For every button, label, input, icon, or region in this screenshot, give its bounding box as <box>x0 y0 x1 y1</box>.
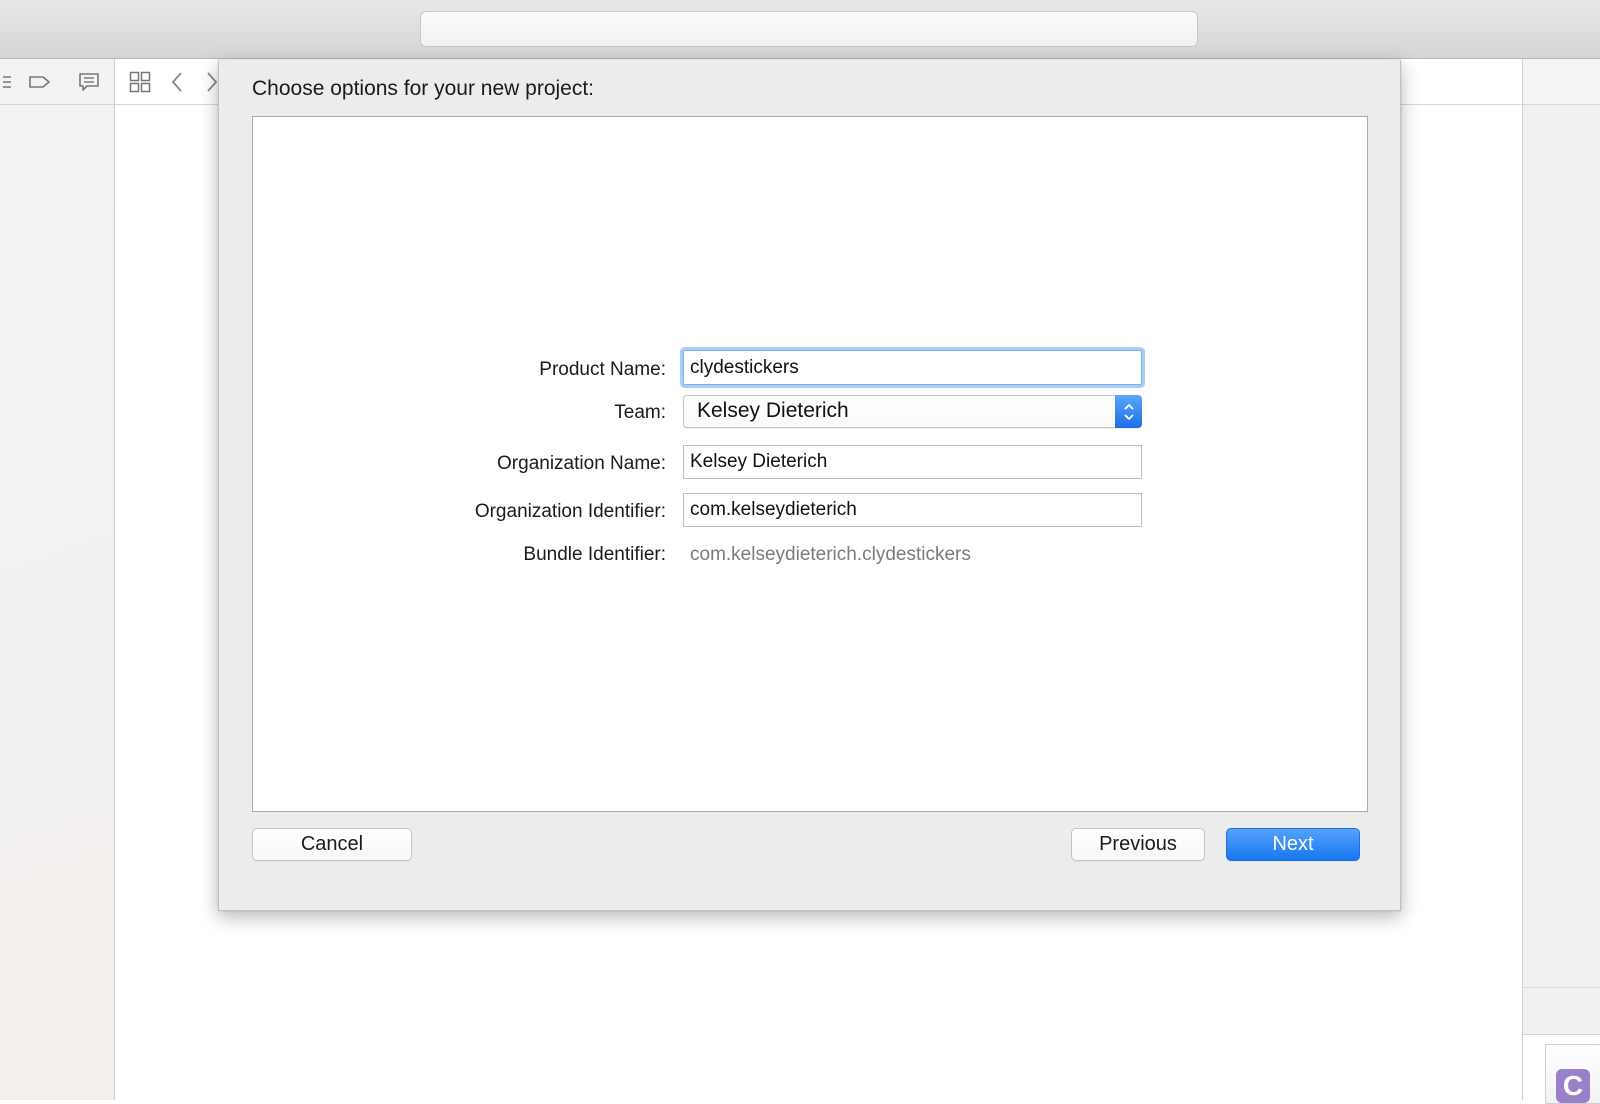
team-popup-value: Kelsey Dieterich <box>697 399 849 422</box>
product-name-field[interactable] <box>683 350 1142 385</box>
bundle-identifier-value: com.kelseydieterich.clydestickers <box>690 544 971 565</box>
navigator-toolbar <box>0 59 114 105</box>
tag-icon[interactable] <box>28 70 52 94</box>
file-template-badge: C <box>1556 1069 1590 1103</box>
back-chevron-icon[interactable] <box>165 70 189 94</box>
previous-button[interactable]: Previous <box>1071 828 1205 861</box>
window-titlebar <box>0 0 1600 59</box>
organization-name-field[interactable] <box>683 445 1142 479</box>
navigator-pane <box>0 59 115 1100</box>
utilities-divider <box>1523 987 1600 988</box>
product-name-label: Product Name: <box>539 359 666 380</box>
new-project-sheet: Choose options for your new project: Pro… <box>218 60 1401 911</box>
list-icon[interactable] <box>0 70 16 94</box>
project-options-panel: Product Name: Team: Kelsey Dieterich Org… <box>252 116 1368 812</box>
utilities-toolbar <box>1523 59 1600 105</box>
library-pane: C <box>1523 1034 1600 1104</box>
popup-stepper-icon <box>1115 395 1142 428</box>
file-template-icon[interactable]: C <box>1545 1044 1600 1104</box>
organization-identifier-field[interactable] <box>683 493 1142 527</box>
team-label: Team: <box>614 402 666 423</box>
activity-viewer <box>420 11 1198 47</box>
team-popup[interactable]: Kelsey Dieterich <box>683 395 1142 428</box>
organization-identifier-label: Organization Identifier: <box>474 501 666 522</box>
utilities-pane: C <box>1522 59 1600 1104</box>
comment-icon[interactable] <box>77 70 101 94</box>
organization-name-label: Organization Name: <box>497 453 666 474</box>
cancel-button[interactable]: Cancel <box>252 828 412 861</box>
bundle-identifier-label: Bundle Identifier: <box>523 544 666 565</box>
grid-icon[interactable] <box>128 70 152 94</box>
next-button[interactable]: Next <box>1226 828 1360 861</box>
sheet-title: Choose options for your new project: <box>252 77 595 100</box>
